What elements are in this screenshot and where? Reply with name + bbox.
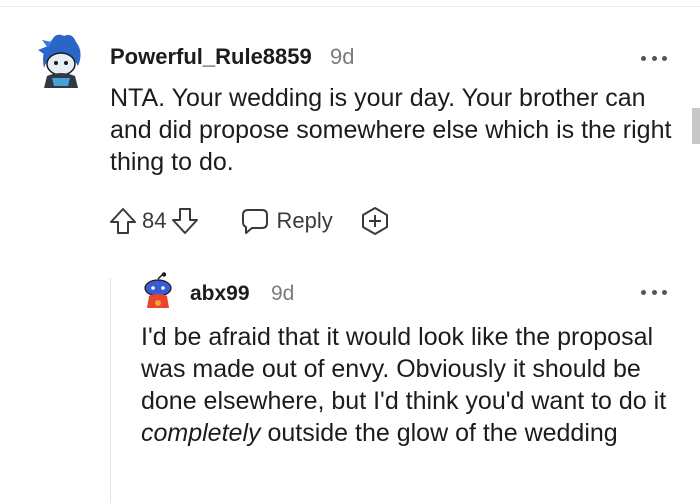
thread-line[interactable] xyxy=(110,278,111,503)
snoo-avatar-red-orange-icon xyxy=(144,272,172,308)
comment-body: NTA. Your wedding is your day. Your brot… xyxy=(110,82,685,178)
comment-timestamp: 9d xyxy=(330,44,355,69)
reply-timestamp: 9d xyxy=(271,282,295,305)
comment-body-text: NTA. Your wedding is your day. Your brot… xyxy=(110,84,672,176)
reply-body: I'd be afraid that it would look like th… xyxy=(141,321,686,449)
reply-button[interactable]: Reply xyxy=(240,206,333,236)
downvote-icon[interactable] xyxy=(170,206,200,236)
award-plus-icon[interactable] xyxy=(359,205,391,237)
more-options-icon[interactable] xyxy=(641,54,667,62)
reply-body-text: I'd be afraid that it would look like th… xyxy=(141,323,667,415)
upvote-icon[interactable] xyxy=(108,206,138,236)
vote-count: 84 xyxy=(142,208,167,233)
comment-author[interactable]: Powerful_Rule8859 xyxy=(110,44,312,70)
reply-label: Reply xyxy=(276,208,333,233)
reply-bubble-icon xyxy=(240,206,270,236)
top-divider xyxy=(0,6,700,7)
reply-more-options-icon[interactable] xyxy=(641,288,667,296)
comment-actions: 84 Reply xyxy=(108,202,391,240)
blue-haired-snoo-avatar-icon xyxy=(38,34,81,88)
reply-body-text-end: outside the glow of the wedding xyxy=(260,419,618,447)
reply-avatar[interactable] xyxy=(141,272,175,310)
reply-author[interactable]: abx99 xyxy=(190,282,250,306)
scrollbar-thumb[interactable] xyxy=(692,108,700,144)
avatar[interactable] xyxy=(34,30,86,88)
reply-body-emphasis: completely xyxy=(141,419,261,447)
